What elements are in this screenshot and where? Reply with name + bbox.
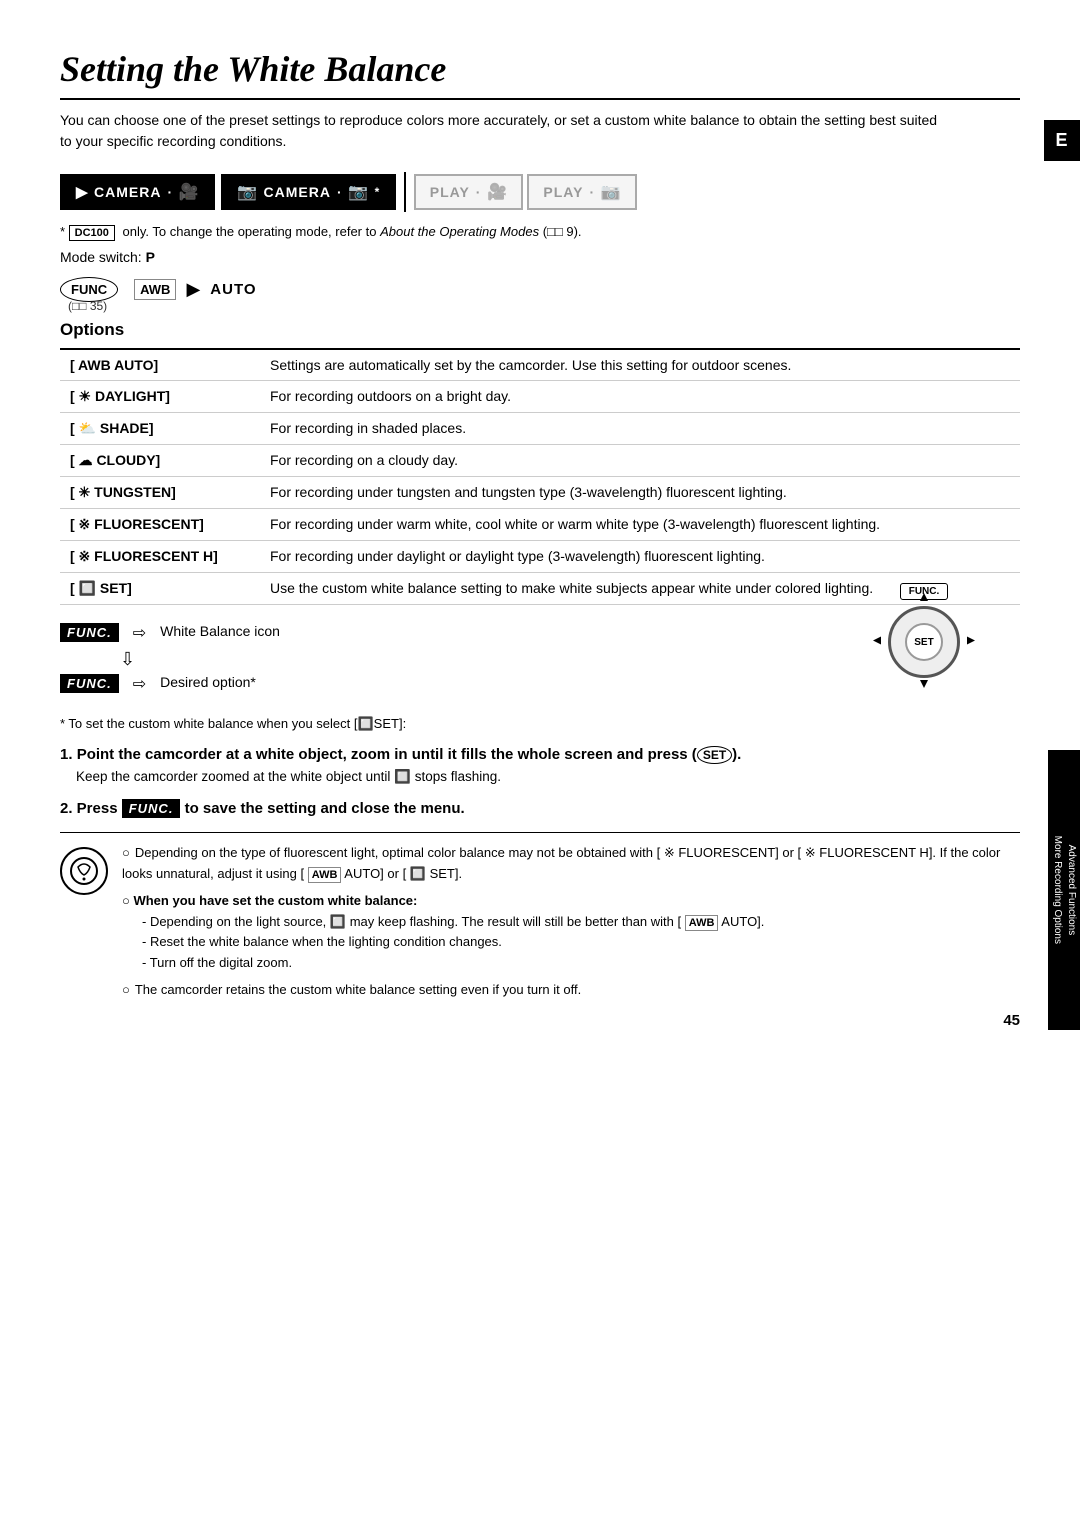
notes-content: ○Depending on the type of fluorescent li… [122,843,1020,1001]
step1-heading: 1. Point the camcorder at a white object… [60,746,1020,763]
play-photo-label: PLAY [543,184,583,200]
dc100-badge: DC100 [69,225,115,241]
note1: ○Depending on the type of fluorescent li… [122,843,1020,885]
note3: ○The camcorder retains the custom white … [122,980,1020,1001]
option-description: For recording under daylight or daylight… [260,541,1020,573]
func-step-2: FUNC. ⇨ Desired option* [60,674,888,694]
option-name: [ ※ FLUORESCENT] [60,509,260,541]
func-label-1: FUNC. [60,623,119,642]
footnote-custom: * To set the custom white balance when y… [60,716,1020,732]
video-cam-icon: 🎥 [179,182,199,202]
option-description: For recording on a cloudy day. [260,445,1020,477]
note2-label: ○ When you have set the custom white bal… [122,891,1020,912]
arrow-right-icon: ▶ [186,279,200,300]
step1-sub: Keep the camcorder zoomed at the white o… [76,767,1020,787]
option-name: [ ☁ CLOUDY] [60,445,260,477]
camera-photo-icon: 📷 [237,182,257,202]
mode-btn-camera-video[interactable]: ▶ CAMERA · 🎥 [60,174,215,210]
option-description: For recording in shaded places. [260,413,1020,445]
option-name: [ ☀ DAYLIGHT] [60,381,260,413]
mode-divider [404,172,406,212]
note2-bullet3: - Turn off the digital zoom. [142,953,1020,974]
func-ref: (□□ 35) [68,299,107,313]
step-1-item: 1. Point the camcorder at a white object… [60,746,1020,787]
table-row: [ 🔲 SET]Use the custom white balance set… [60,573,1020,605]
func-label-2: FUNC. [60,674,119,693]
func-step1-text: White Balance icon [160,623,280,639]
mode-switch-label: Mode switch: [60,249,142,265]
option-description: For recording under warm white, cool whi… [260,509,1020,541]
auto-label: AUTO [210,281,256,298]
table-row: [ ☁ CLOUDY]For recording on a cloudy day… [60,445,1020,477]
notes-section: ○Depending on the type of fluorescent li… [60,832,1020,1001]
page-number: 45 [1003,1012,1020,1029]
func-diagram: FUNC. SET [888,583,960,678]
camera-photo-label: CAMERA [264,184,331,200]
table-row: [ AWB AUTO]Settings are automatically se… [60,349,1020,381]
photo-cam-icon: 📷 [348,182,368,202]
option-description: For recording outdoors on a bright day. [260,381,1020,413]
step1-arrow: ⇨ [133,623,146,643]
step2-arrow: ⇨ [133,674,146,694]
option-description: For recording under tungsten and tungste… [260,477,1020,509]
mode-switch: Mode switch: P [60,249,1020,265]
mode-btn-camera-photo[interactable]: 📷 CAMERA · 📷 * [221,174,396,210]
play-video-label: PLAY [430,184,470,200]
step-2-item: 2. Press FUNC. to save the setting and c… [60,799,1020,818]
table-row: [ ※ FLUORESCENT H]For recording under da… [60,541,1020,573]
option-name: [ 🔲 SET] [60,573,260,605]
table-row: [ ☀ DAYLIGHT]For recording outdoors on a… [60,381,1020,413]
step2-heading: 2. Press FUNC. to save the setting and c… [60,799,1020,818]
step1-number: 1. [60,746,73,763]
page-title: Setting the White Balance [60,48,1020,100]
func-step-1: FUNC. ⇨ White Balance icon [60,623,888,643]
set-dial-icon: SET [888,606,960,678]
asterisk: * [375,185,380,199]
func-label-step2: FUNC. [122,799,181,818]
func-steps-section: FUNC. SET [60,623,1020,694]
table-row: [ ✳ TUNGSTEN]For recording under tungste… [60,477,1020,509]
mode-switch-value: P [146,249,155,265]
options-heading: Options [60,320,1020,340]
note2-bullet2: - Reset the white balance when the light… [142,932,1020,953]
option-name: [ AWB AUTO] [60,349,260,381]
note-icon [60,847,108,895]
set-button[interactable]: SET [905,623,943,661]
camera-video-label: CAMERA [94,184,161,200]
option-description: Settings are automatically set by the ca… [260,349,1020,381]
option-name: [ ⛅ SHADE] [60,413,260,445]
mode-buttons-row: ▶ CAMERA · 🎥 📷 CAMERA · 📷 * PLAY · 🎥 PLA… [60,172,1020,212]
play-video-icon: 🎥 [487,182,507,202]
camera-video-icon: ▶ [76,183,88,201]
table-row: [ ※ FLUORESCENT]For recording under warm… [60,509,1020,541]
sidebar-advanced-label: Advanced FunctionsMore Recording Options [1048,750,1080,1030]
note2-bullet1: - Depending on the light source, 🔲 may k… [142,912,1020,933]
func-row: FUNC (□□ 35) AWB ▶ AUTO [60,279,1020,314]
option-name: [ ✳ TUNGSTEN] [60,477,260,509]
mode-btn-play-photo[interactable]: PLAY · 📷 [527,174,637,210]
func-step2-text: Desired option* [160,674,256,690]
option-name: [ ※ FLUORESCENT H] [60,541,260,573]
awb-icon: AWB [134,279,176,300]
sidebar-letter: E [1044,120,1080,161]
mode-btn-play-video[interactable]: PLAY · 🎥 [414,174,524,210]
intro-text: You can choose one of the preset setting… [60,110,940,152]
func-badge: FUNC [60,277,118,302]
play-photo-icon: 📷 [601,182,621,202]
options-table: [ AWB AUTO]Settings are automatically se… [60,348,1020,605]
table-row: [ ⛅ SHADE]For recording in shaded places… [60,413,1020,445]
footnote-dc100: * DC100 only. To change the operating mo… [60,224,1020,241]
